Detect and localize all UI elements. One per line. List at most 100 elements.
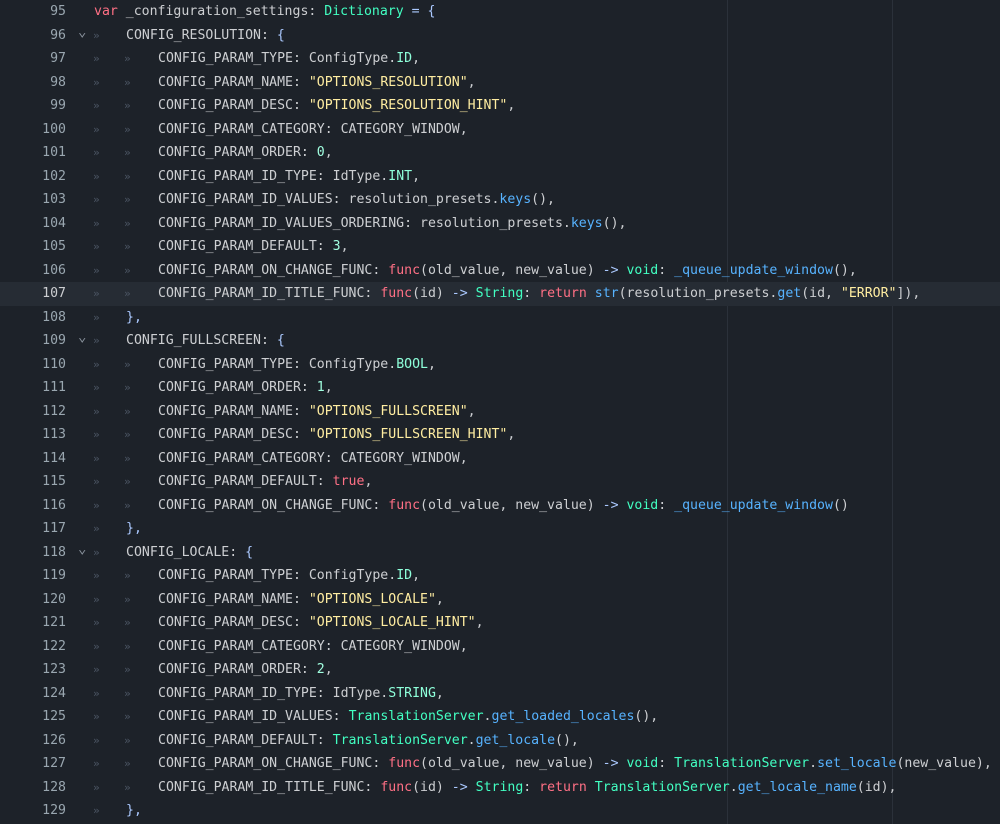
code-text[interactable]: CONFIG_LOCALE: { [126, 541, 253, 565]
code-text[interactable]: CONFIG_PARAM_ON_CHANGE_FUNC: func(old_va… [158, 259, 857, 283]
code-line[interactable]: 99 » » CONFIG_PARAM_DESC: "OPTIONS_RESOLUTI… [0, 94, 1000, 118]
code-line[interactable]: 115 » » CONFIG_PARAM_DEFAULT: true, [0, 470, 1000, 494]
code-line[interactable]: 117 »}, [0, 517, 1000, 541]
code-line[interactable]: 107»» CONFIG_PARAM_ID_TITLE_FUNC: func(id… [0, 282, 1000, 306]
line-number[interactable]: 124 [0, 682, 66, 706]
code-line[interactable]: 109 ⌄ » CONFIG_FULLSCREEN: { [0, 329, 1000, 353]
line-number[interactable]: 121 [0, 611, 66, 635]
line-number[interactable]: 110 [0, 353, 66, 377]
code-line[interactable]: 101 » » CONFIG_PARAM_ORDER: 0, [0, 141, 1000, 165]
line-number[interactable]: 104 [0, 212, 66, 236]
code-line[interactable]: 122 » » CONFIG_PARAM_CATEGORY: CATEGORY_WIN… [0, 635, 1000, 659]
line-number[interactable]: 116 [0, 494, 66, 518]
code-text[interactable]: CONFIG_PARAM_ORDER: 0, [158, 141, 333, 165]
code-line[interactable]: 116 » » CONFIG_PARAM_ON_CHANGE_FUNC: func(o… [0, 494, 1000, 518]
code-line[interactable]: 123 » » CONFIG_PARAM_ORDER: 2, [0, 658, 1000, 682]
chevron-down-icon[interactable]: ⌄ [78, 24, 88, 40]
code-text[interactable]: CONFIG_PARAM_TYPE: ConfigType.ID, [158, 564, 420, 588]
code-editor[interactable]: 95 var _configuration_settings: Dictionar… [0, 0, 1000, 824]
code-text[interactable]: CONFIG_PARAM_NAME: "OPTIONS_RESOLUTION", [158, 71, 476, 95]
line-number[interactable]: 128 [0, 776, 66, 800]
code-text[interactable]: }, [126, 517, 142, 541]
code-line[interactable]: 97 » » CONFIG_PARAM_TYPE: ConfigType.ID, [0, 47, 1000, 71]
code-line[interactable]: 102 » » CONFIG_PARAM_ID_TYPE: IdType.INT, [0, 165, 1000, 189]
line-number[interactable]: 126 [0, 729, 66, 753]
line-number[interactable]: 125 [0, 705, 66, 729]
code-line[interactable]: 108 »}, [0, 306, 1000, 330]
code-text[interactable]: CONFIG_PARAM_ID_VALUES_ORDERING: resolut… [158, 212, 626, 236]
code-text[interactable]: CONFIG_PARAM_ID_TYPE: IdType.INT, [158, 165, 420, 189]
code-text[interactable]: CONFIG_PARAM_DEFAULT: true, [158, 470, 372, 494]
code-text[interactable]: CONFIG_PARAM_TYPE: ConfigType.BOOL, [158, 353, 436, 377]
code-line[interactable]: 128»» CONFIG_PARAM_ID_TITLE_FUNC: func(id… [0, 776, 1000, 800]
code-line[interactable]: 95 var _configuration_settings: Dictionar… [0, 0, 1000, 24]
line-number[interactable]: 122 [0, 635, 66, 659]
code-text[interactable]: CONFIG_PARAM_ORDER: 1, [158, 376, 333, 400]
line-number[interactable]: 113 [0, 423, 66, 447]
code-text[interactable]: CONFIG_RESOLUTION: { [126, 24, 285, 48]
line-number[interactable]: 129 [0, 799, 66, 823]
code-line[interactable]: 126 » » CONFIG_PARAM_DEFAULT: TranslationSe… [0, 729, 1000, 753]
line-number[interactable]: 98 [0, 71, 66, 95]
code-line[interactable]: 112 » » CONFIG_PARAM_NAME: "OPTIONS_FULLSCR… [0, 400, 1000, 424]
code-text[interactable]: CONFIG_PARAM_DESC: "OPTIONS_FULLSCREEN_H… [158, 423, 515, 447]
line-number[interactable]: 95 [0, 0, 66, 24]
code-text[interactable]: CONFIG_PARAM_DEFAULT: 3, [158, 235, 349, 259]
line-number[interactable]: 115 [0, 470, 66, 494]
chevron-down-icon[interactable]: ⌄ [78, 541, 88, 557]
code-text[interactable]: CONFIG_PARAM_ID_TYPE: IdType.STRING, [158, 682, 444, 706]
code-line[interactable]: 113 » » CONFIG_PARAM_DESC: "OPTIONS_FULLSCR… [0, 423, 1000, 447]
line-number[interactable]: 127 [0, 752, 66, 776]
code-text[interactable]: }, [126, 799, 142, 823]
chevron-down-icon[interactable]: ⌄ [78, 329, 88, 345]
code-line[interactable]: 106 » » CONFIG_PARAM_ON_CHANGE_FUNC: func(o… [0, 259, 1000, 283]
code-text[interactable]: CONFIG_PARAM_NAME: "OPTIONS_FULLSCREEN", [158, 400, 476, 424]
code-text[interactable]: CONFIG_PARAM_ID_TITLE_FUNC: func(id) -> … [158, 776, 896, 800]
code-text[interactable]: CONFIG_PARAM_ID_VALUES: resolution_prese… [158, 188, 555, 212]
line-number[interactable]: 117 [0, 517, 66, 541]
code-line[interactable]: 98 » » CONFIG_PARAM_NAME: "OPTIONS_RESOLUTI… [0, 71, 1000, 95]
code-line[interactable]: 104 » » CONFIG_PARAM_ID_VALUES_ORDERING: re… [0, 212, 1000, 236]
line-number[interactable]: 101 [0, 141, 66, 165]
line-number[interactable]: 109 [0, 329, 66, 353]
code-text[interactable]: CONFIG_PARAM_ID_VALUES: TranslationServe… [158, 705, 658, 729]
code-line[interactable]: 119 » » CONFIG_PARAM_TYPE: ConfigType.ID, [0, 564, 1000, 588]
line-number[interactable]: 119 [0, 564, 66, 588]
code-line[interactable]: 100 » » CONFIG_PARAM_CATEGORY: CATEGORY_WIN… [0, 118, 1000, 142]
code-line[interactable]: 125 » » CONFIG_PARAM_ID_VALUES: Translation… [0, 705, 1000, 729]
code-line[interactable]: 124 » » CONFIG_PARAM_ID_TYPE: IdType.STRING… [0, 682, 1000, 706]
code-line[interactable]: 120 » » CONFIG_PARAM_NAME: "OPTIONS_LOCALE"… [0, 588, 1000, 612]
code-text[interactable]: CONFIG_PARAM_ORDER: 2, [158, 658, 333, 682]
code-line[interactable]: 110 » » CONFIG_PARAM_TYPE: ConfigType.BOOL, [0, 353, 1000, 377]
code-text[interactable]: CONFIG_PARAM_ON_CHANGE_FUNC: func(old_va… [158, 494, 849, 518]
line-number[interactable]: 114 [0, 447, 66, 471]
line-number[interactable]: 106 [0, 259, 66, 283]
line-number[interactable]: 108 [0, 306, 66, 330]
code-text[interactable]: CONFIG_PARAM_CATEGORY: CATEGORY_WINDOW, [158, 447, 468, 471]
code-line[interactable]: 96 ⌄ » CONFIG_RESOLUTION: { [0, 24, 1000, 48]
line-number[interactable]: 111 [0, 376, 66, 400]
line-number[interactable]: 97 [0, 47, 66, 71]
code-line[interactable]: 127 » » CONFIG_PARAM_ON_CHANGE_FUNC: func(o… [0, 752, 1000, 776]
line-number[interactable]: 105 [0, 235, 66, 259]
code-line[interactable]: 129 »}, [0, 799, 1000, 823]
code-line[interactable]: 111 » » CONFIG_PARAM_ORDER: 1, [0, 376, 1000, 400]
line-number[interactable]: 103 [0, 188, 66, 212]
code-line[interactable]: 103 » » CONFIG_PARAM_ID_VALUES: resolution_… [0, 188, 1000, 212]
line-number[interactable]: 99 [0, 94, 66, 118]
line-number[interactable]: 112 [0, 400, 66, 424]
code-text[interactable]: CONFIG_PARAM_CATEGORY: CATEGORY_WINDOW, [158, 635, 468, 659]
line-number[interactable]: 100 [0, 118, 66, 142]
code-text[interactable]: CONFIG_PARAM_DESC: "OPTIONS_LOCALE_HINT"… [158, 611, 484, 635]
code-text[interactable]: CONFIG_FULLSCREEN: { [126, 329, 285, 353]
code-text[interactable]: CONFIG_PARAM_ID_TITLE_FUNC: func(id) -> … [158, 282, 920, 306]
code-text[interactable]: var _configuration_settings: Dictionary … [94, 0, 435, 24]
line-number[interactable]: 96 [0, 24, 66, 48]
line-number[interactable]: 107 [0, 282, 66, 306]
code-text[interactable]: CONFIG_PARAM_DEFAULT: TranslationServer.… [158, 729, 579, 753]
code-text[interactable]: }, [126, 306, 142, 330]
code-line[interactable]: 118 ⌄ » CONFIG_LOCALE: { [0, 541, 1000, 565]
code-line[interactable]: 105 » » CONFIG_PARAM_DEFAULT: 3, [0, 235, 1000, 259]
line-number[interactable]: 118 [0, 541, 66, 565]
code-text[interactable]: CONFIG_PARAM_NAME: "OPTIONS_LOCALE", [158, 588, 444, 612]
